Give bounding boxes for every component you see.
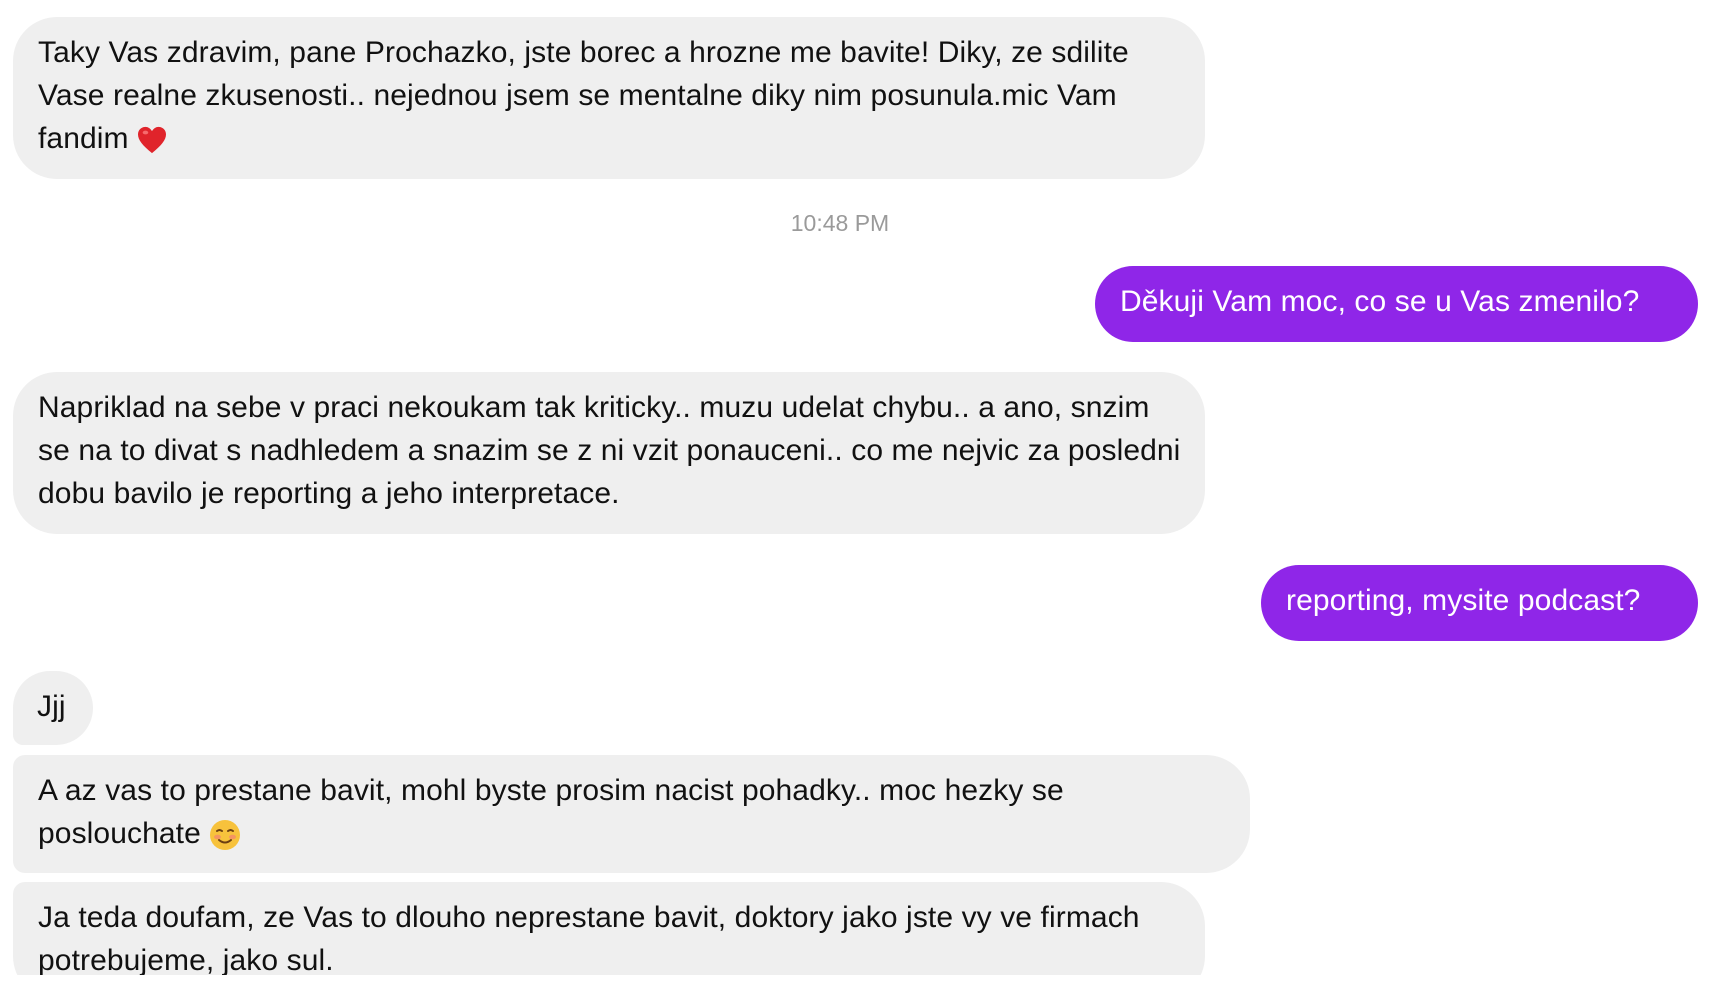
message-incoming[interactable]: Jjj	[13, 671, 93, 745]
message-text: Taky Vas zdravim, pane Prochazko, jste b…	[38, 36, 1129, 155]
viewport-cutoff	[0, 975, 1714, 981]
message-text: A az vas to prestane bavit, mohl byste p…	[38, 774, 1064, 850]
message-incoming[interactable]: Ja teda doufam, ze Vas to dlouho neprest…	[13, 882, 1205, 981]
message-text: Jjj	[37, 690, 66, 723]
message-timestamp: 10:48 PM	[790, 210, 890, 236]
message-incoming[interactable]: Napriklad na sebe v praci nekoukam tak k…	[13, 372, 1205, 534]
message-text: Ja teda doufam, ze Vas to dlouho neprest…	[38, 901, 1140, 977]
chat-thread: Taky Vas zdravim, pane Prochazko, jste b…	[0, 0, 1714, 981]
smiling-face-icon	[209, 820, 240, 850]
message-incoming[interactable]: A az vas to prestane bavit, mohl byste p…	[13, 755, 1250, 873]
red-heart-icon	[137, 126, 166, 154]
message-outgoing[interactable]: reporting, mysite podcast?	[1261, 565, 1698, 641]
message-text: Napriklad na sebe v praci nekoukam tak k…	[38, 391, 1181, 510]
message-outgoing[interactable]: Děkuji Vam moc, co se u Vas zmenilo?	[1095, 266, 1698, 342]
message-text: Děkuji Vam moc, co se u Vas zmenilo?	[1120, 285, 1640, 318]
message-incoming[interactable]: Taky Vas zdravim, pane Prochazko, jste b…	[13, 17, 1205, 179]
message-text: reporting, mysite podcast?	[1286, 584, 1641, 617]
